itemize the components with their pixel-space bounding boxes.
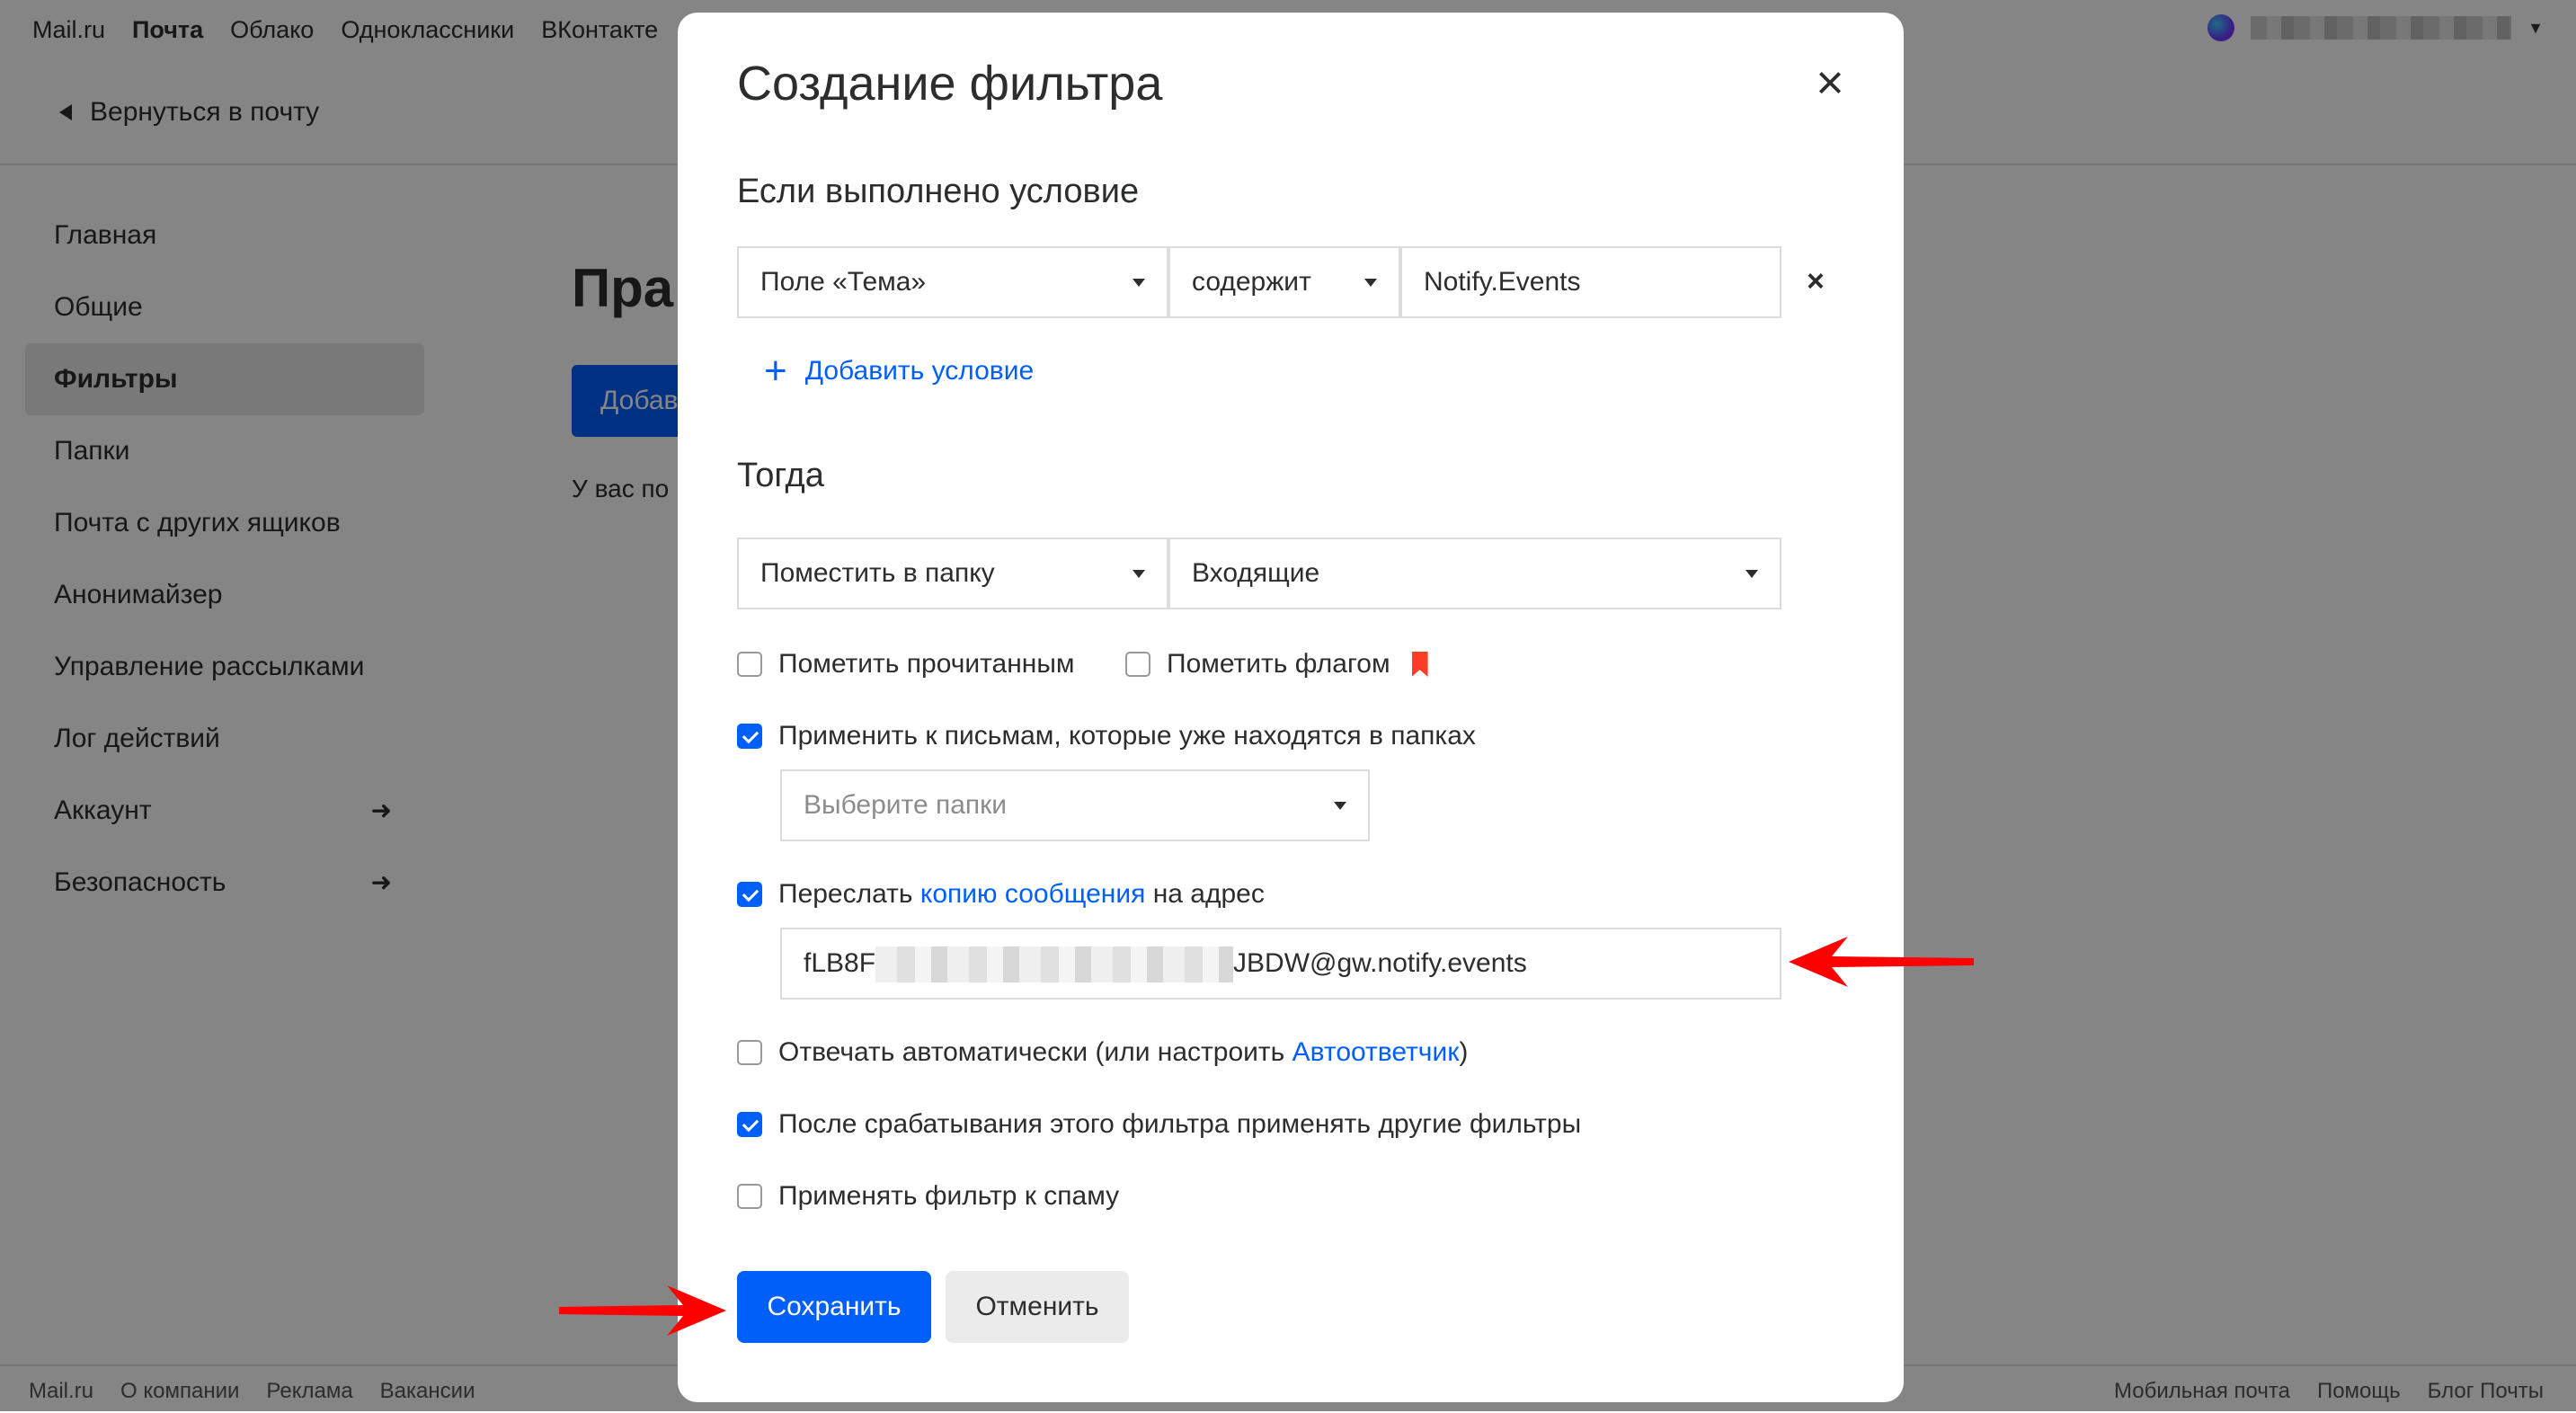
- condition-value-input[interactable]: Notify.Events: [1400, 246, 1781, 318]
- apply-spam-label: Применять фильтр к спаму: [778, 1181, 1120, 1211]
- mark-read-option[interactable]: Пометить прочитанным: [737, 649, 1075, 680]
- autoresponder-link[interactable]: Автоответчик: [1292, 1037, 1460, 1067]
- forward-option[interactable]: Переслать копию сообщения на адрес: [737, 879, 1265, 910]
- email-redaction: [875, 946, 1234, 983]
- apply-spam-option[interactable]: Применять фильтр к спаму: [737, 1181, 1119, 1212]
- continue-filters-checkbox[interactable]: [737, 1112, 762, 1137]
- condition-operator-select[interactable]: содержит: [1168, 246, 1400, 318]
- action-heading: Тогда: [737, 457, 824, 494]
- forward-checkbox[interactable]: [737, 882, 762, 907]
- dropdown-caret-icon: [1133, 570, 1145, 578]
- mark-read-label: Пометить прочитанным: [778, 649, 1075, 679]
- annotation-arrow-save-icon: [559, 1285, 726, 1336]
- condition-field-select[interactable]: Поле «Тема»: [737, 246, 1168, 318]
- add-condition-button[interactable]: + Добавить условие: [764, 349, 1035, 393]
- dropdown-caret-icon: [1133, 279, 1145, 287]
- dialog-title: Создание фильтра: [737, 57, 1163, 111]
- dropdown-caret-icon: [1334, 802, 1346, 810]
- plus-icon: +: [764, 349, 787, 393]
- add-condition-label: Добавить условие: [804, 356, 1035, 386]
- dropdown-caret-icon: [1364, 279, 1377, 287]
- apply-existing-checkbox[interactable]: [737, 724, 762, 749]
- condition-field-value: Поле «Тема»: [760, 267, 927, 297]
- flag-icon: [1411, 652, 1428, 677]
- forward-label-suffix: на адрес: [1152, 879, 1265, 909]
- forward-copy-link[interactable]: копию сообщения: [920, 879, 1145, 909]
- create-filter-dialog: Создание фильтра × Если выполнено услови…: [678, 13, 1904, 1402]
- continue-filters-label: После срабатывания этого фильтра применя…: [778, 1109, 1582, 1139]
- forward-email-suffix: JBDW@gw.notify.events: [1233, 948, 1527, 978]
- save-button[interactable]: Сохранить: [737, 1271, 931, 1343]
- forward-email-prefix: fLB8F: [804, 948, 876, 978]
- action-type-select[interactable]: Поместить в папку: [737, 538, 1168, 609]
- auto-reply-checkbox[interactable]: [737, 1040, 762, 1065]
- auto-reply-label: Отвечать автоматически (или настроить: [778, 1037, 1285, 1067]
- mark-flag-option[interactable]: Пометить флагом: [1125, 649, 1428, 680]
- forward-label: Переслать: [778, 879, 913, 909]
- remove-condition-icon[interactable]: ×: [1807, 264, 1825, 299]
- mark-read-checkbox[interactable]: [737, 652, 762, 677]
- folders-placeholder: Выберите папки: [804, 790, 1008, 820]
- apply-existing-label: Применить к письмам, которые уже находят…: [778, 721, 1476, 751]
- condition-value-text: Notify.Events: [1424, 267, 1581, 297]
- folders-select[interactable]: Выберите папки: [780, 769, 1370, 841]
- cancel-button[interactable]: Отменить: [946, 1271, 1129, 1343]
- apply-spam-checkbox[interactable]: [737, 1184, 762, 1209]
- action-type-value: Поместить в папку: [760, 558, 995, 588]
- continue-filters-option[interactable]: После срабатывания этого фильтра применя…: [737, 1109, 1581, 1140]
- condition-heading: Если выполнено условие: [737, 173, 1140, 210]
- action-folder-select[interactable]: Входящие: [1168, 538, 1781, 609]
- mark-flag-checkbox[interactable]: [1125, 652, 1150, 677]
- forward-email-input[interactable]: fLB8F JBDW@gw.notify.events: [780, 928, 1781, 1000]
- auto-reply-option[interactable]: Отвечать автоматически (или настроить Ав…: [737, 1037, 1468, 1068]
- auto-reply-label-suffix: ): [1459, 1037, 1469, 1067]
- dropdown-caret-icon: [1745, 570, 1758, 578]
- mark-flag-label: Пометить флагом: [1167, 649, 1390, 679]
- annotation-arrow-email-icon: [1789, 937, 1974, 987]
- action-folder-value: Входящие: [1192, 558, 1320, 588]
- apply-existing-option[interactable]: Применить к письмам, которые уже находят…: [737, 721, 1476, 751]
- condition-operator-value: содержит: [1192, 267, 1311, 297]
- close-icon[interactable]: ×: [1807, 58, 1853, 107]
